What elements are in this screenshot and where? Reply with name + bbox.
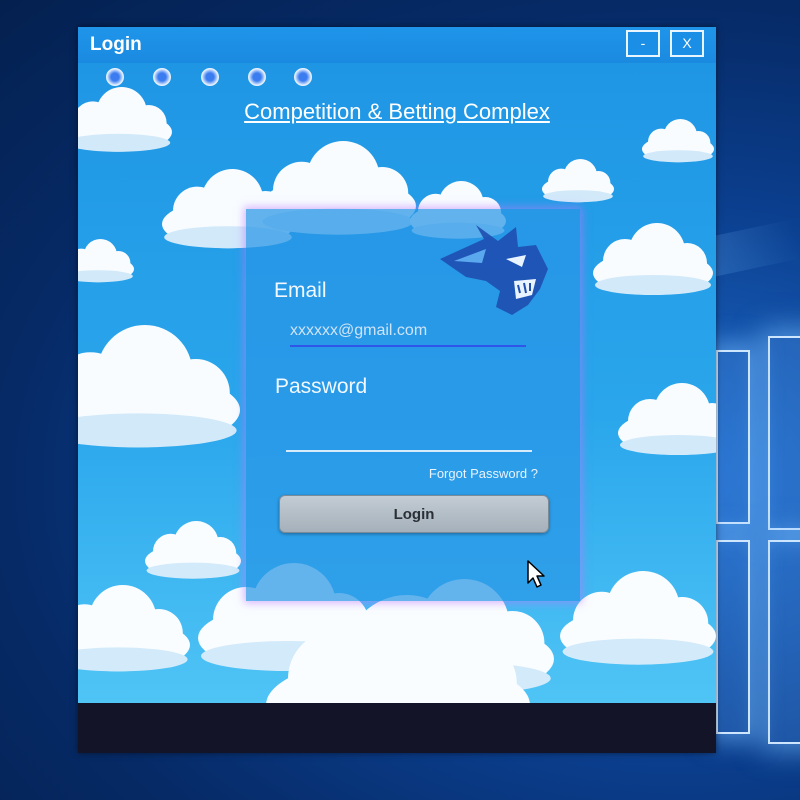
mouse-pointer-icon [527, 560, 545, 588]
desktop-window-pane-edge-bottom [716, 540, 750, 734]
forgot-password-link[interactable]: Forgot Password ? [429, 466, 538, 481]
bottom-status-bar [78, 703, 716, 753]
password-field[interactable] [286, 414, 532, 452]
wildcat-logo-icon [440, 225, 548, 315]
login-window: Login - X Competition & Betting Complex … [78, 27, 716, 753]
title-bar[interactable]: Login - X [78, 27, 716, 64]
indicator-dot-icon [201, 68, 219, 86]
desktop-window-pane-edge-top [716, 350, 750, 524]
login-button[interactable]: Login [279, 495, 549, 533]
indicator-dot-icon [106, 68, 124, 86]
email-label: Email [274, 279, 327, 302]
indicator-dot-icon [294, 68, 312, 86]
desktop-window-pane-bottom [768, 540, 800, 744]
desktop-window-pane-top [768, 336, 800, 530]
email-field[interactable] [290, 317, 526, 347]
complex-title-link[interactable]: Competition & Betting Complex [78, 99, 716, 125]
indicator-dot-icon [248, 68, 266, 86]
password-label: Password [275, 375, 368, 398]
window-title: Login [90, 34, 142, 55]
minimize-button[interactable]: - [626, 30, 660, 57]
indicator-dot-icon [153, 68, 171, 86]
login-card: Email Password Forgot Password ? Login [246, 209, 580, 601]
close-button[interactable]: X [670, 30, 704, 57]
